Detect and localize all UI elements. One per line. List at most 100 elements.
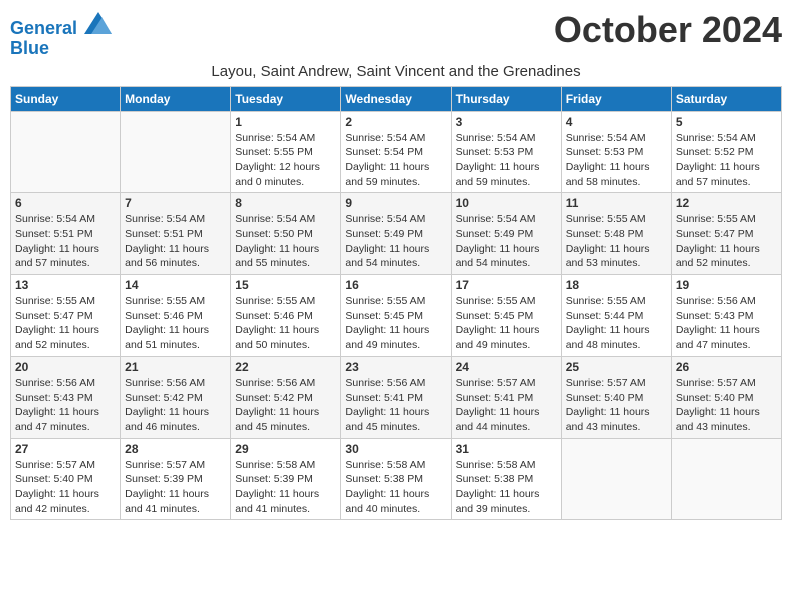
day-number: 18: [566, 278, 667, 292]
calendar-cell: [11, 111, 121, 193]
day-number: 29: [235, 442, 336, 456]
logo: General Blue: [10, 14, 112, 59]
day-detail: Sunrise: 5:56 AMSunset: 5:41 PMDaylight:…: [345, 376, 446, 435]
calendar-cell: 8 Sunrise: 5:54 AMSunset: 5:50 PMDaylight…: [231, 193, 341, 275]
calendar-cell: 22 Sunrise: 5:56 AMSunset: 5:42 PMDayligh…: [231, 356, 341, 438]
day-detail: Sunrise: 5:55 AMSunset: 5:48 PMDaylight:…: [566, 212, 667, 271]
day-detail: Sunrise: 5:55 AMSunset: 5:46 PMDaylight:…: [235, 294, 336, 353]
calendar-week-row: 6Sunrise: 5:54 AMSunset: 5:51 PMDaylight…: [11, 193, 782, 275]
title-section: October 2024: [554, 10, 782, 50]
day-number: 1: [235, 115, 336, 129]
day-detail: Sunrise: 5:54 AMSunset: 5:50 PMDaylight:…: [235, 212, 336, 271]
day-number: 8: [235, 196, 336, 210]
calendar-cell: 7 Sunrise: 5:54 AMSunset: 5:51 PMDaylight…: [121, 193, 231, 275]
day-number: 3: [456, 115, 557, 129]
day-detail: Sunrise: 5:54 AMSunset: 5:54 PMDaylight:…: [345, 131, 446, 190]
day-of-week-header: Thursday: [451, 86, 561, 111]
calendar-cell: 3 Sunrise: 5:54 AMSunset: 5:53 PMDaylight…: [451, 111, 561, 193]
day-detail: Sunrise: 5:54 AMSunset: 5:51 PMDaylight:…: [125, 212, 226, 271]
day-number: 13: [15, 278, 116, 292]
day-detail: Sunrise: 5:54 AMSunset: 5:55 PMDaylight:…: [235, 131, 336, 190]
subtitle: Layou, Saint Andrew, Saint Vincent and t…: [10, 63, 782, 80]
day-of-week-header: Monday: [121, 86, 231, 111]
calendar-cell: 10 Sunrise: 5:54 AMSunset: 5:49 PMDayligh…: [451, 193, 561, 275]
calendar-week-row: 1 Sunrise: 5:54 AMSunset: 5:55 PMDaylight…: [11, 111, 782, 193]
day-number: 22: [235, 360, 336, 374]
month-title: October 2024: [554, 10, 782, 50]
day-of-week-header: Friday: [561, 86, 671, 111]
day-detail: Sunrise: 5:56 AMSunset: 5:43 PMDaylight:…: [15, 376, 116, 435]
calendar-week-row: 20 Sunrise: 5:56 AMSunset: 5:43 PMDayligh…: [11, 356, 782, 438]
day-detail: Sunrise: 5:57 AMSunset: 5:40 PMDaylight:…: [676, 376, 777, 435]
day-detail: Sunrise: 5:54 AMSunset: 5:49 PMDaylight:…: [456, 212, 557, 271]
page-header: General Blue October 2024: [10, 10, 782, 59]
calendar-cell: 19 Sunrise: 5:56 AMSunset: 5:43 PMDayligh…: [671, 275, 781, 357]
calendar-table: SundayMondayTuesdayWednesdayThursdayFrid…: [10, 86, 782, 521]
day-number: 12: [676, 196, 777, 210]
day-of-week-header: Saturday: [671, 86, 781, 111]
calendar-cell: 13 Sunrise: 5:55 AMSunset: 5:47 PMDayligh…: [11, 275, 121, 357]
calendar-cell: 26 Sunrise: 5:57 AMSunset: 5:40 PMDayligh…: [671, 356, 781, 438]
day-of-week-header: Sunday: [11, 86, 121, 111]
day-number: 20: [15, 360, 116, 374]
day-of-week-header: Tuesday: [231, 86, 341, 111]
day-detail: Sunrise: 5:55 AMSunset: 5:45 PMDaylight:…: [345, 294, 446, 353]
day-number: 21: [125, 360, 226, 374]
day-number: 7: [125, 196, 226, 210]
calendar-cell: 9Sunrise: 5:54 AMSunset: 5:49 PMDaylight…: [341, 193, 451, 275]
day-number: 31: [456, 442, 557, 456]
logo-text: General: [10, 14, 112, 39]
calendar-cell: 21 Sunrise: 5:56 AMSunset: 5:42 PMDayligh…: [121, 356, 231, 438]
day-number: 19: [676, 278, 777, 292]
day-number: 28: [125, 442, 226, 456]
day-number: 30: [345, 442, 446, 456]
day-detail: Sunrise: 5:54 AMSunset: 5:53 PMDaylight:…: [566, 131, 667, 190]
day-detail: Sunrise: 5:54 AMSunset: 5:52 PMDaylight:…: [676, 131, 777, 190]
day-number: 16: [345, 278, 446, 292]
day-detail: Sunrise: 5:57 AMSunset: 5:41 PMDaylight:…: [456, 376, 557, 435]
day-detail: Sunrise: 5:56 AMSunset: 5:42 PMDaylight:…: [125, 376, 226, 435]
day-number: 10: [456, 196, 557, 210]
calendar-cell: 15Sunrise: 5:55 AMSunset: 5:46 PMDayligh…: [231, 275, 341, 357]
day-number: 27: [15, 442, 116, 456]
day-detail: Sunrise: 5:54 AMSunset: 5:53 PMDaylight:…: [456, 131, 557, 190]
day-number: 2: [345, 115, 446, 129]
day-number: 9: [345, 196, 446, 210]
day-detail: Sunrise: 5:55 AMSunset: 5:47 PMDaylight:…: [676, 212, 777, 271]
day-detail: Sunrise: 5:54 AMSunset: 5:51 PMDaylight:…: [15, 212, 116, 271]
calendar-cell: 30 Sunrise: 5:58 AMSunset: 5:38 PMDayligh…: [341, 438, 451, 520]
day-detail: Sunrise: 5:55 AMSunset: 5:44 PMDaylight:…: [566, 294, 667, 353]
day-number: 17: [456, 278, 557, 292]
calendar-cell: 6Sunrise: 5:54 AMSunset: 5:51 PMDaylight…: [11, 193, 121, 275]
calendar-cell: 18 Sunrise: 5:55 AMSunset: 5:44 PMDayligh…: [561, 275, 671, 357]
day-number: 25: [566, 360, 667, 374]
day-number: 23: [345, 360, 446, 374]
logo-icon: [84, 12, 112, 34]
calendar-cell: 11 Sunrise: 5:55 AMSunset: 5:48 PMDayligh…: [561, 193, 671, 275]
calendar-cell: 20 Sunrise: 5:56 AMSunset: 5:43 PMDayligh…: [11, 356, 121, 438]
day-number: 5: [676, 115, 777, 129]
calendar-cell: 29 Sunrise: 5:58 AMSunset: 5:39 PMDayligh…: [231, 438, 341, 520]
day-number: 26: [676, 360, 777, 374]
day-detail: Sunrise: 5:58 AMSunset: 5:38 PMDaylight:…: [345, 458, 446, 517]
day-number: 24: [456, 360, 557, 374]
calendar-cell: 1 Sunrise: 5:54 AMSunset: 5:55 PMDaylight…: [231, 111, 341, 193]
day-detail: Sunrise: 5:56 AMSunset: 5:42 PMDaylight:…: [235, 376, 336, 435]
calendar-cell: 4Sunrise: 5:54 AMSunset: 5:53 PMDaylight…: [561, 111, 671, 193]
day-detail: Sunrise: 5:56 AMSunset: 5:43 PMDaylight:…: [676, 294, 777, 353]
calendar-week-row: 13 Sunrise: 5:55 AMSunset: 5:47 PMDayligh…: [11, 275, 782, 357]
day-detail: Sunrise: 5:57 AMSunset: 5:40 PMDaylight:…: [15, 458, 116, 517]
day-detail: Sunrise: 5:55 AMSunset: 5:45 PMDaylight:…: [456, 294, 557, 353]
calendar-cell: 17 Sunrise: 5:55 AMSunset: 5:45 PMDayligh…: [451, 275, 561, 357]
day-detail: Sunrise: 5:58 AMSunset: 5:39 PMDaylight:…: [235, 458, 336, 517]
calendar-cell: 23 Sunrise: 5:56 AMSunset: 5:41 PMDayligh…: [341, 356, 451, 438]
calendar-week-row: 27 Sunrise: 5:57 AMSunset: 5:40 PMDayligh…: [11, 438, 782, 520]
calendar-cell: 2 Sunrise: 5:54 AMSunset: 5:54 PMDaylight…: [341, 111, 451, 193]
day-of-week-header: Wednesday: [341, 86, 451, 111]
day-number: 11: [566, 196, 667, 210]
calendar-cell: 12 Sunrise: 5:55 AMSunset: 5:47 PMDayligh…: [671, 193, 781, 275]
calendar-cell: 28Sunrise: 5:57 AMSunset: 5:39 PMDayligh…: [121, 438, 231, 520]
calendar-cell: 25Sunrise: 5:57 AMSunset: 5:40 PMDayligh…: [561, 356, 671, 438]
day-detail: Sunrise: 5:55 AMSunset: 5:47 PMDaylight:…: [15, 294, 116, 353]
calendar-cell: [561, 438, 671, 520]
